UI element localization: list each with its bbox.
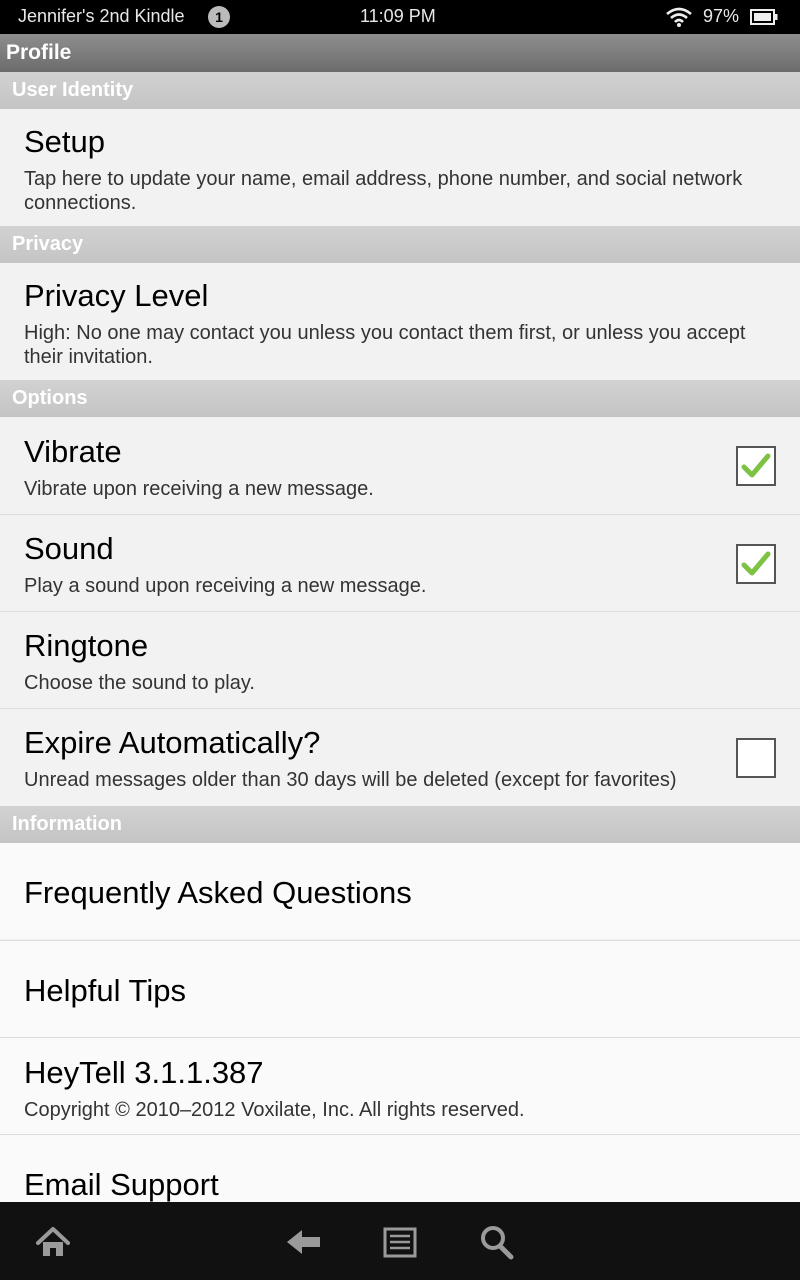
status-bar: Jennifer's 2nd Kindle 1 11:09 PM 97% [0, 0, 800, 34]
checkmark-icon [741, 453, 771, 478]
row-subtitle: Copyright © 2010–2012 Voxilate, Inc. All… [24, 1099, 525, 1121]
row-title: Privacy Level [24, 278, 209, 313]
row-title: Frequently Asked Questions [24, 875, 412, 910]
row-title: Email Support [24, 1167, 219, 1202]
row-subtitle: Choose the sound to play. [24, 672, 255, 694]
back-icon[interactable] [284, 1222, 324, 1262]
profile-title-bar: Profile [0, 34, 800, 72]
clock: 11:09 PM [360, 6, 436, 26]
section-privacy: Privacy [0, 226, 800, 263]
battery-percent: 97% [703, 6, 740, 26]
section-label: Privacy [12, 233, 84, 255]
row-subtitle: Play a sound upon receiving a new messag… [24, 575, 427, 597]
sound-row[interactable]: Sound Play a sound upon receiving a new … [0, 514, 800, 611]
ringtone-row[interactable]: Ringtone Choose the sound to play. [0, 611, 800, 708]
section-options: Options [0, 380, 800, 417]
section-label: Information [12, 813, 122, 835]
version-row[interactable]: HeyTell 3.1.1.387 Copyright © 2010–2012 … [0, 1037, 800, 1134]
checkmark-icon [741, 551, 771, 576]
row-title: Setup [24, 124, 106, 159]
section-information: Information [0, 806, 800, 843]
expire-row[interactable]: Expire Automatically? Unread messages ol… [0, 708, 800, 806]
privacy-level-row[interactable]: Privacy Level High: No one may contact y… [0, 263, 800, 380]
section-user-identity: User Identity [0, 72, 800, 109]
sound-checkbox[interactable] [736, 544, 776, 584]
setup-row[interactable]: Setup Tap here to update your name, emai… [0, 109, 800, 226]
row-title: Expire Automatically? [24, 725, 321, 760]
row-title: Vibrate [24, 434, 122, 469]
navigation-bar [0, 1202, 800, 1280]
search-icon[interactable] [476, 1222, 516, 1262]
vibrate-row[interactable]: Vibrate Vibrate upon receiving a new mes… [0, 417, 800, 514]
faq-row[interactable]: Frequently Asked Questions [0, 843, 800, 939]
battery-icon [750, 9, 778, 25]
row-subtitle: Tap here to update your name, email addr… [24, 168, 743, 214]
vibrate-checkbox[interactable] [736, 446, 776, 486]
row-subtitle: High: No one may contact you unless you … [24, 322, 746, 368]
device-name: Jennifer's 2nd Kindle [18, 6, 185, 26]
page-title: Profile [6, 41, 72, 64]
row-title: Sound [24, 531, 114, 566]
section-label: Options [12, 387, 88, 409]
row-subtitle: Unread messages older than 30 days will … [24, 769, 677, 791]
notification-badge[interactable]: 1 [208, 6, 230, 28]
row-title: HeyTell 3.1.1.387 [24, 1055, 264, 1090]
helpful-tips-row[interactable]: Helpful Tips [0, 940, 800, 1037]
row-title: Ringtone [24, 628, 149, 663]
section-label: User Identity [12, 79, 134, 101]
menu-icon[interactable] [380, 1222, 420, 1262]
home-icon[interactable] [33, 1222, 73, 1262]
expire-checkbox[interactable] [736, 738, 776, 778]
row-title: Helpful Tips [24, 973, 186, 1008]
email-support-row[interactable]: Email Support [0, 1134, 800, 1203]
wifi-icon [666, 7, 692, 27]
row-subtitle: Vibrate upon receiving a new message. [24, 478, 374, 500]
